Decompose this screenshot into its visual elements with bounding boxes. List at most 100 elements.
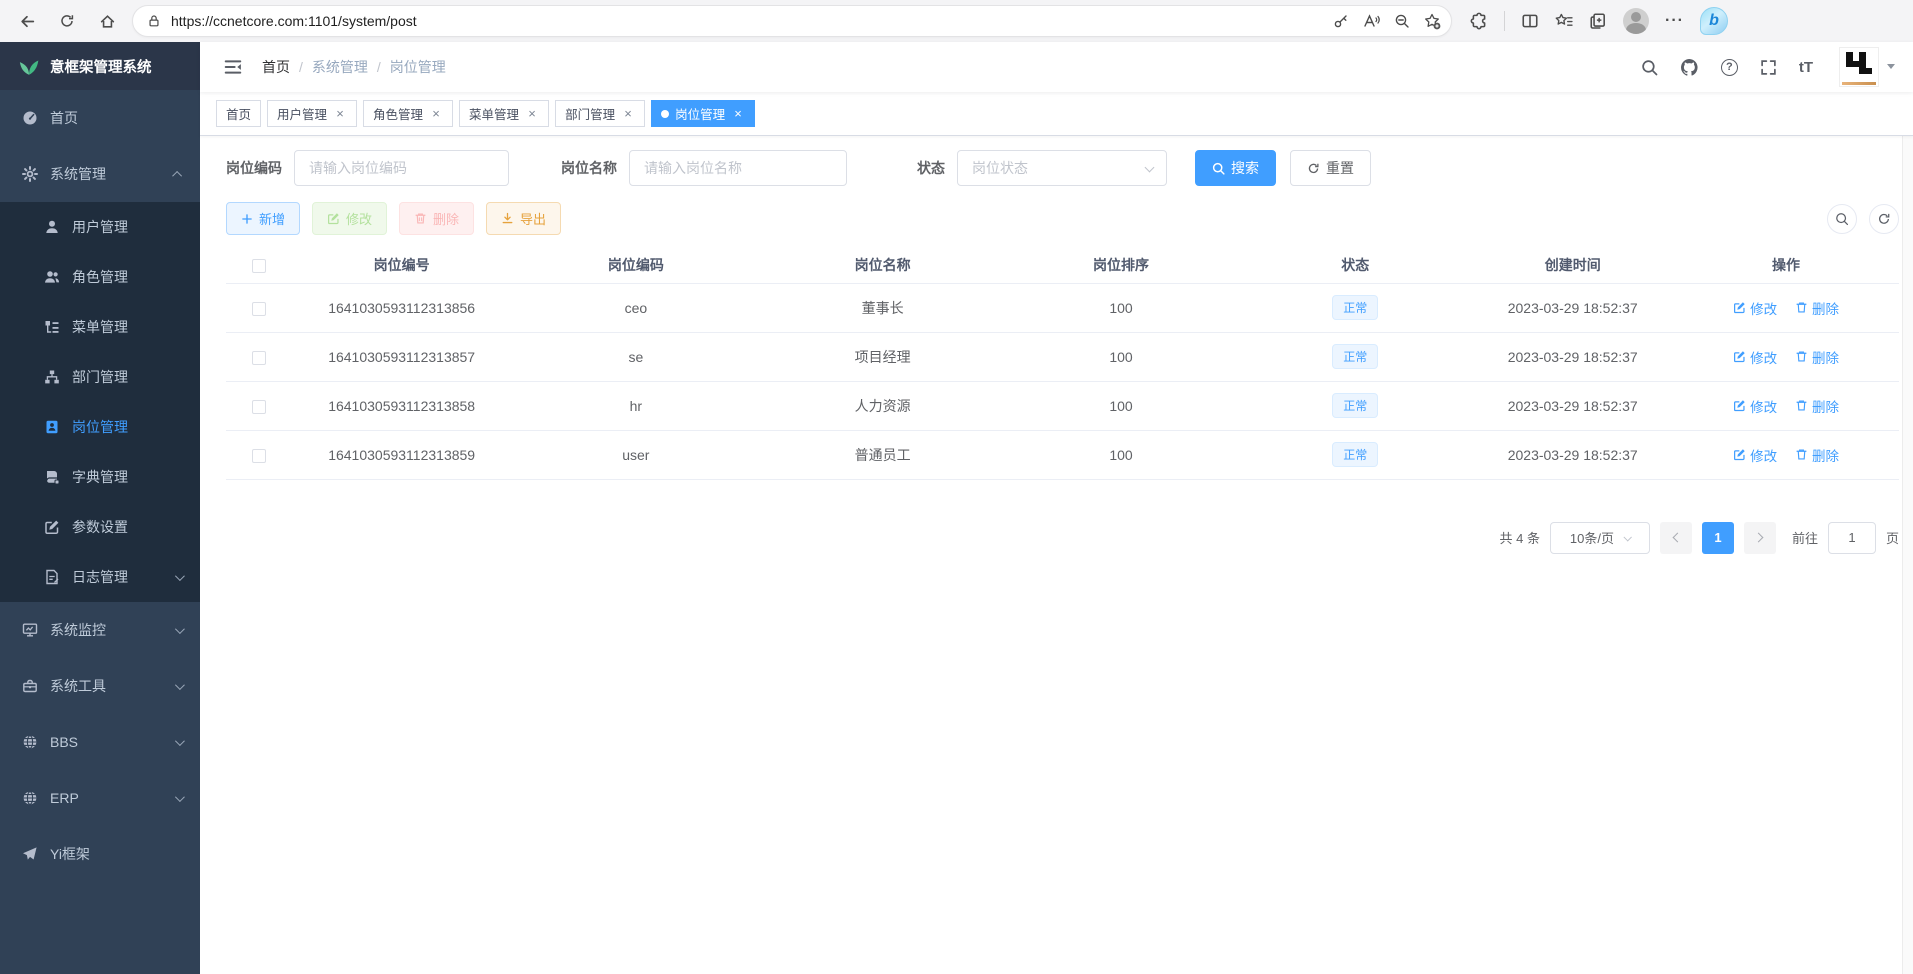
text-size-icon[interactable] — [1799, 59, 1813, 76]
post-code-input[interactable] — [294, 150, 509, 186]
export-button[interactable]: 导出 — [486, 202, 561, 235]
add-favorite-icon[interactable] — [1424, 13, 1441, 30]
sidebar-item-logs[interactable]: 日志管理 — [0, 552, 200, 602]
edit-icon — [1733, 448, 1746, 461]
tab-users[interactable]: 用户管理 × — [267, 100, 357, 127]
trash-icon — [1795, 399, 1808, 412]
tab-close-icon[interactable]: × — [333, 107, 347, 121]
tab-home[interactable]: 首页 — [216, 100, 261, 127]
sidebar-item-dictionary[interactable]: 字典管理 — [0, 452, 200, 502]
row-edit-link[interactable]: 修改 — [1733, 396, 1777, 416]
reset-button[interactable]: 重置 — [1290, 150, 1371, 186]
tab-roles[interactable]: 角色管理 × — [363, 100, 453, 127]
add-button[interactable]: 新增 — [226, 202, 300, 235]
bing-chat-icon[interactable] — [1700, 7, 1728, 35]
page-size-select[interactable]: 10条/页 — [1550, 522, 1650, 554]
password-key-icon[interactable] — [1333, 13, 1349, 29]
row-checkbox[interactable] — [252, 400, 266, 414]
cell-post-name: 董事长 — [761, 283, 1004, 332]
github-icon[interactable] — [1680, 58, 1699, 77]
sidebar-item-bbs[interactable]: BBS — [0, 714, 200, 770]
url-text[interactable]: https://ccnetcore.com:1101/system/post — [171, 13, 1333, 29]
goto-page-input[interactable] — [1828, 522, 1876, 554]
user-avatar[interactable] — [1839, 47, 1895, 87]
sidebar-item-menus[interactable]: 菜单管理 — [0, 302, 200, 352]
browser-scrollbar[interactable] — [1902, 42, 1913, 974]
row-checkbox[interactable] — [252, 302, 266, 316]
sidebar-item-parameters[interactable]: 参数设置 — [0, 502, 200, 552]
sidebar-item-home[interactable]: 首页 — [0, 90, 200, 146]
browser-home-button[interactable] — [90, 4, 124, 38]
sidebar-item-yi-framework[interactable]: Yi框架 — [0, 826, 200, 882]
app-title: 意框架管理系统 — [50, 56, 152, 77]
collections-icon[interactable] — [1589, 12, 1607, 30]
next-page-button[interactable] — [1744, 522, 1776, 554]
browser-profile-avatar[interactable] — [1623, 8, 1649, 34]
add-button-label: 新增 — [259, 209, 285, 228]
row-edit-link[interactable]: 修改 — [1733, 298, 1777, 318]
zoom-out-icon[interactable] — [1394, 13, 1410, 29]
status-select[interactable]: 岗位状态 — [957, 150, 1167, 186]
select-all-checkbox[interactable] — [252, 259, 266, 273]
tab-close-icon[interactable]: × — [621, 107, 635, 121]
browser-back-button[interactable] — [10, 4, 44, 38]
prev-page-button[interactable] — [1660, 522, 1692, 554]
tab-close-icon[interactable]: × — [429, 107, 443, 121]
sidebar-item-users[interactable]: 用户管理 — [0, 202, 200, 252]
edit-button[interactable]: 修改 — [312, 202, 387, 235]
row-edit-link[interactable]: 修改 — [1733, 347, 1777, 367]
sidebar-item-monitoring[interactable]: 系统监控 — [0, 602, 200, 658]
address-bar[interactable]: https://ccnetcore.com:1101/system/post — [132, 5, 1452, 37]
app-logo[interactable]: 意框架管理系统 — [0, 42, 200, 90]
sidebar-item-system[interactable]: 系统管理 — [0, 146, 200, 202]
edit-icon — [1733, 399, 1746, 412]
sidebar-item-roles[interactable]: 角色管理 — [0, 252, 200, 302]
favorites-icon[interactable] — [1555, 12, 1573, 30]
help-icon[interactable] — [1721, 59, 1738, 76]
sidebar-item-erp[interactable]: ERP — [0, 770, 200, 826]
cell-post-id: 1641030593112313857 — [293, 332, 510, 381]
tab-menus[interactable]: 菜单管理 × — [459, 100, 549, 127]
extensions-icon[interactable] — [1470, 12, 1488, 30]
tab-close-icon[interactable]: × — [525, 107, 539, 121]
show-search-toggle-button[interactable] — [1827, 204, 1857, 234]
row-delete-link[interactable]: 删除 — [1795, 298, 1839, 318]
header-search-icon[interactable] — [1641, 59, 1658, 76]
chevron-up-icon — [172, 170, 182, 180]
search-button[interactable]: 搜索 — [1195, 150, 1276, 186]
browser-refresh-button[interactable] — [50, 4, 84, 38]
row-checkbox[interactable] — [252, 449, 266, 463]
read-aloud-icon[interactable] — [1363, 13, 1380, 29]
row-delete-link[interactable]: 删除 — [1795, 445, 1839, 465]
reset-button-label: 重置 — [1326, 158, 1354, 178]
hamburger-icon[interactable] — [216, 50, 250, 84]
fullscreen-icon[interactable] — [1760, 59, 1777, 76]
split-screen-icon[interactable] — [1521, 12, 1539, 30]
post-badge-icon — [44, 419, 60, 435]
sidebar-item-label: 首页 — [50, 108, 182, 128]
sidebar-menu: 首页 系统管理 用户管理 — [0, 90, 200, 974]
sidebar-item-posts[interactable]: 岗位管理 — [0, 402, 200, 452]
leaf-logo-icon — [18, 55, 40, 77]
row-delete-link[interactable]: 删除 — [1795, 347, 1839, 367]
tab-posts-active[interactable]: 岗位管理 × — [651, 100, 755, 127]
tab-close-icon[interactable]: × — [731, 107, 745, 121]
page-number-current[interactable]: 1 — [1702, 522, 1734, 554]
sidebar-item-label: 日志管理 — [72, 567, 163, 587]
paper-plane-icon — [22, 846, 38, 862]
refresh-table-button[interactable] — [1869, 204, 1899, 234]
breadcrumb-home[interactable]: 首页 — [262, 57, 290, 77]
sidebar-item-departments[interactable]: 部门管理 — [0, 352, 200, 402]
post-name-input[interactable] — [629, 150, 847, 186]
delete-button[interactable]: 删除 — [399, 202, 474, 235]
row-delete-link[interactable]: 删除 — [1795, 396, 1839, 416]
system-submenu: 用户管理 角色管理 菜单管理 — [0, 202, 200, 602]
sidebar-item-tools[interactable]: 系统工具 — [0, 658, 200, 714]
row-delete-label: 删除 — [1812, 298, 1839, 318]
browser-menu-icon[interactable] — [1665, 12, 1684, 30]
row-edit-link[interactable]: 修改 — [1733, 445, 1777, 465]
row-checkbox[interactable] — [252, 351, 266, 365]
edit-icon — [1733, 350, 1746, 363]
export-button-label: 导出 — [520, 209, 546, 228]
tab-departments[interactable]: 部门管理 × — [555, 100, 645, 127]
